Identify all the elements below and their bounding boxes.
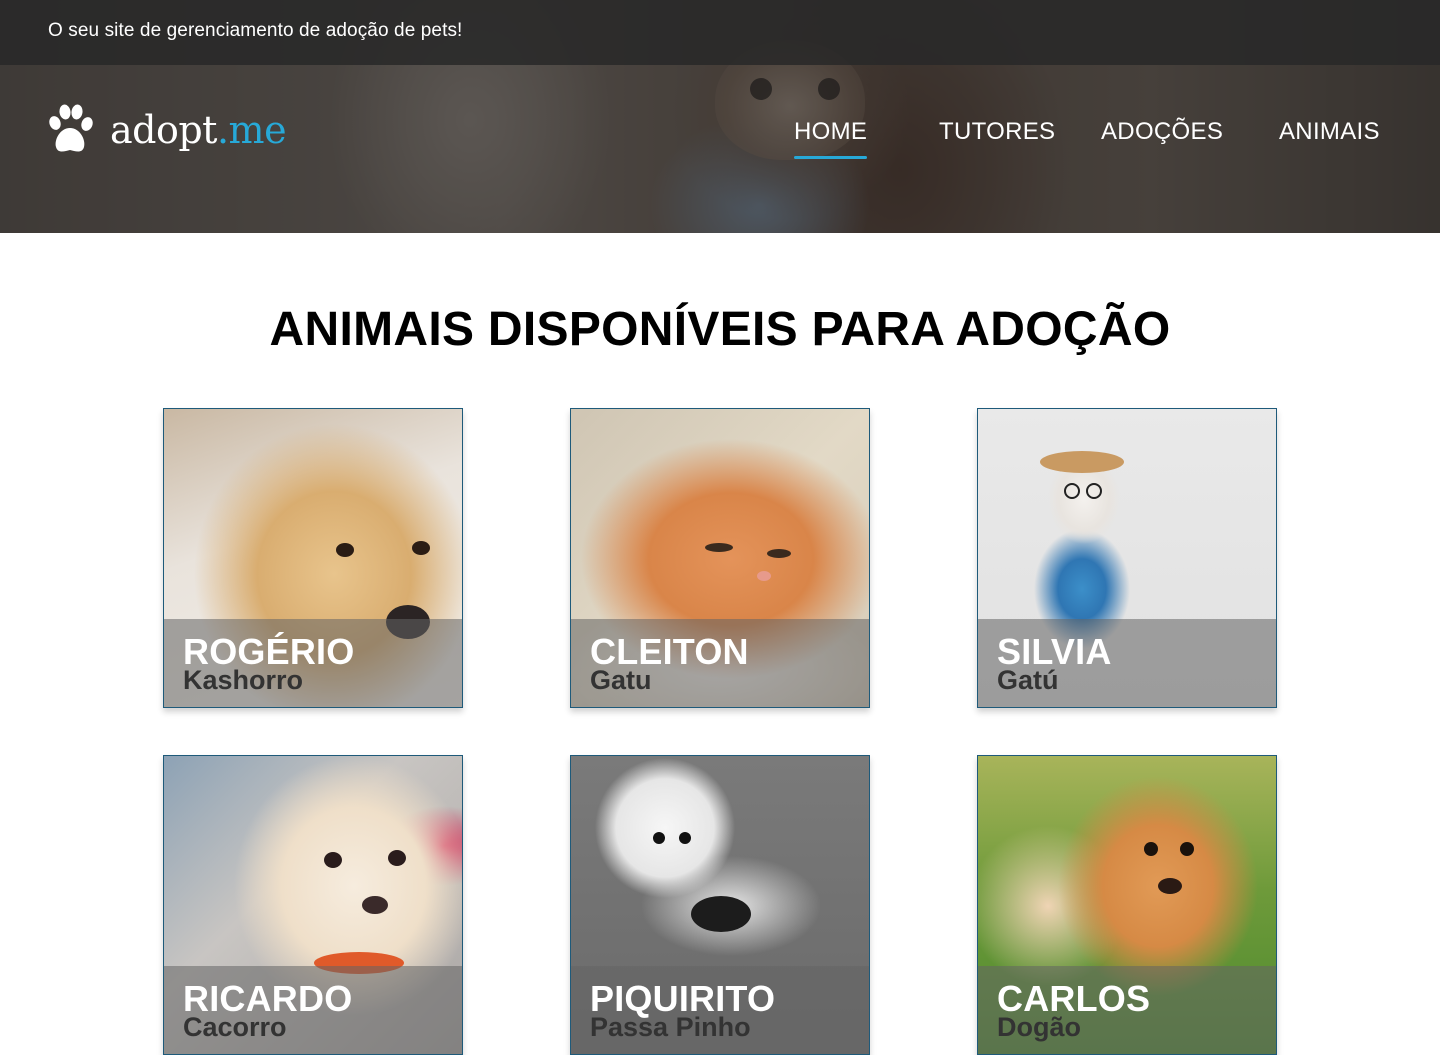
top-bar: O seu site de gerenciamento de adoção de… <box>0 0 1440 65</box>
animal-card[interactable]: CLEITON Gatu <box>570 408 870 708</box>
animal-species: Gatú <box>997 665 1059 695</box>
card-caption: SILVIA Gatú <box>978 619 1276 707</box>
animal-photo-detail <box>679 832 691 844</box>
card-caption: RICARDO Cacorro <box>164 966 462 1054</box>
nav-tutores[interactable]: TUTORES <box>939 118 1055 146</box>
animal-photo-detail <box>1040 451 1124 473</box>
animal-card[interactable]: RICARDO Cacorro <box>163 755 463 1055</box>
animal-photo-detail <box>691 896 751 932</box>
nav-animais[interactable]: ANIMAIS <box>1279 118 1380 146</box>
nav-home[interactable]: HOME <box>794 118 868 159</box>
animal-species: Gatu <box>590 665 652 695</box>
animal-card[interactable]: PIQUIRITO Passa Pinho <box>570 755 870 1055</box>
animal-species: Kashorro <box>183 665 304 695</box>
page-title: ANIMAIS DISPONÍVEIS PARA ADOÇÃO <box>269 303 1171 356</box>
hero-header: O seu site de gerenciamento de adoção de… <box>0 0 1440 233</box>
animal-photo-detail <box>653 832 665 844</box>
main-nav: HOME TUTORES ADOÇÕES ANIMAIS <box>0 118 1440 168</box>
animal-photo-detail <box>324 852 342 868</box>
animal-photo-detail <box>336 543 354 557</box>
animal-photo-detail <box>1064 483 1080 499</box>
animal-photo-detail <box>412 541 430 555</box>
animal-card[interactable]: CARLOS Dogão <box>977 755 1277 1055</box>
card-caption: ROGÉRIO Kashorro <box>164 619 462 707</box>
animal-species: Dogão <box>997 1012 1081 1042</box>
animal-photo-detail <box>757 571 771 581</box>
animal-photo-detail <box>705 543 733 552</box>
card-caption: PIQUIRITO Passa Pinho <box>571 966 869 1054</box>
nav-adocoes[interactable]: ADOÇÕES <box>1101 118 1223 146</box>
animal-photo-detail <box>388 850 406 866</box>
animal-photo-detail <box>1158 878 1182 894</box>
site-tagline: O seu site de gerenciamento de adoção de… <box>48 20 463 41</box>
animal-photo-detail <box>362 896 388 914</box>
animal-photo-detail <box>1180 842 1194 856</box>
animal-species: Cacorro <box>183 1012 287 1042</box>
animal-species: Passa Pinho <box>590 1012 751 1042</box>
animal-card[interactable]: ROGÉRIO Kashorro <box>163 408 463 708</box>
animal-card[interactable]: SILVIA Gatú <box>977 408 1277 708</box>
animal-photo-detail <box>767 549 791 558</box>
card-caption: CARLOS Dogão <box>978 966 1276 1054</box>
card-caption: CLEITON Gatu <box>571 619 869 707</box>
animal-photo-detail <box>1144 842 1158 856</box>
animal-photo-detail <box>1086 483 1102 499</box>
